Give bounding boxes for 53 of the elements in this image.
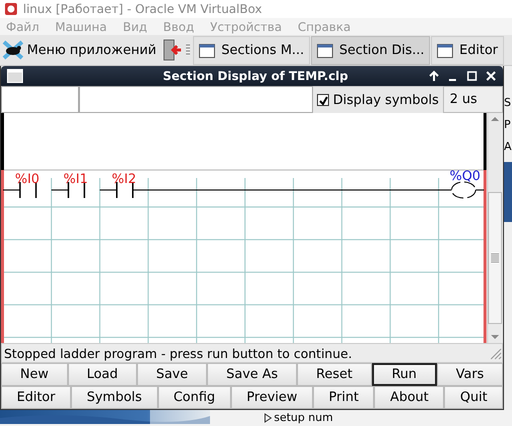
contact-label: %I1 — [63, 172, 88, 188]
window-icon — [7, 69, 23, 84]
grip-icon — [186, 43, 190, 58]
button[interactable]: Quit — [444, 386, 504, 410]
contact-label: %I2 — [112, 172, 136, 188]
button[interactable]: Load — [68, 363, 137, 386]
button[interactable]: Preview — [230, 386, 314, 410]
contact-symbol — [19, 182, 37, 198]
checkbox[interactable] — [317, 94, 329, 106]
contact-symbol — [116, 182, 134, 198]
taskbar-button[interactable]: Section Dis... — [311, 36, 430, 66]
app-menu-button[interactable]: Меню приложений — [0, 35, 160, 66]
window-title: linux [Работает] - Oracle VM VirtualBox — [23, 2, 262, 16]
window-icon — [317, 44, 334, 58]
mouse-icon — [2, 40, 24, 60]
maximize-icon[interactable] — [466, 70, 478, 82]
partial-label: P — [504, 118, 512, 132]
input-field[interactable] — [79, 86, 313, 114]
pin-icon[interactable] — [428, 70, 440, 82]
window-icon — [199, 44, 216, 58]
button[interactable]: Editor — [1, 386, 71, 410]
partial-label: A — [504, 140, 512, 154]
close-icon[interactable] — [485, 70, 497, 82]
button[interactable]: About — [374, 386, 444, 410]
scrollbar[interactable] — [487, 113, 502, 344]
checkbox-label: Display symbols — [333, 92, 439, 108]
scrollbar-thumb[interactable] — [488, 192, 502, 324]
coil-label: %Q0 — [450, 169, 480, 184]
button[interactable]: New — [1, 363, 68, 386]
button[interactable]: Reset — [297, 363, 372, 386]
window-title: Section Display of TEMP.clp — [162, 69, 350, 84]
button[interactable]: Config — [158, 386, 231, 410]
panel — [504, 162, 512, 222]
button[interactable]: Run — [372, 363, 437, 386]
taskbar-button[interactable]: Editor — [431, 36, 504, 66]
button[interactable]: Save — [136, 363, 208, 386]
input-field[interactable] — [1, 86, 79, 114]
button[interactable]: Save As — [207, 363, 298, 386]
button[interactable]: Print — [313, 386, 374, 410]
resize-grip-icon — [488, 346, 502, 360]
button[interactable]: Symbols — [70, 386, 158, 410]
contact-symbol — [68, 182, 86, 198]
period-field[interactable]: 2 us — [442, 86, 503, 114]
window-icon — [437, 44, 454, 58]
contact-label: %I0 — [15, 172, 40, 188]
expander-icon — [264, 413, 272, 424]
partial-label: S — [504, 96, 512, 110]
exit-door-icon — [162, 39, 182, 62]
button[interactable]: Vars — [436, 363, 503, 386]
coil-symbol — [451, 182, 476, 199]
taskbar-button[interactable]: Sections M... — [193, 36, 310, 66]
status-text: Stopped ladder program - press run button to continue. — [4, 346, 352, 361]
grip-icon — [491, 253, 499, 264]
